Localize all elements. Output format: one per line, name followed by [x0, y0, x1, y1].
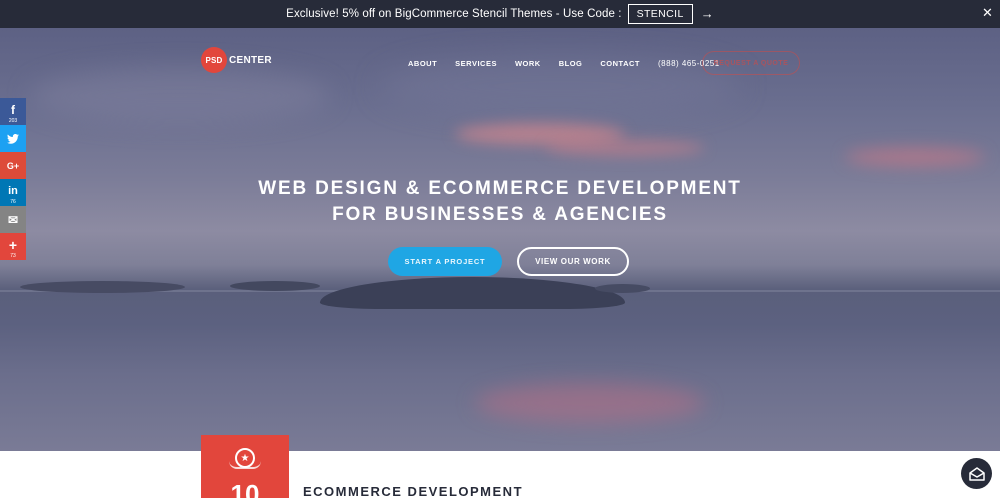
chat-envelope-icon: [968, 466, 985, 481]
share-twitter[interactable]: [0, 125, 26, 152]
nav-about[interactable]: ABOUT: [408, 59, 437, 68]
twitter-icon: [7, 133, 19, 144]
share-count: 73: [10, 253, 16, 259]
facebook-icon: f: [11, 102, 15, 117]
logo-badge: PSD: [201, 47, 227, 73]
share-count: 203: [8, 118, 18, 124]
hero-cloud: [30, 68, 330, 123]
main-nav: ABOUT SERVICES WORK BLOG CONTACT (888) 4…: [408, 59, 720, 68]
laurel-icon: [229, 461, 261, 469]
logo-text: CENTER: [229, 54, 272, 66]
island-shape: [320, 277, 625, 309]
headline-line-2: FOR BUSINESSES & AGENCIES: [332, 204, 668, 225]
view-work-button[interactable]: VIEW OUR WORK: [517, 247, 629, 276]
more-share-icon: +: [8, 236, 18, 253]
nav-work[interactable]: WORK: [515, 59, 541, 68]
sunset-glow: [845, 148, 985, 166]
nav-services[interactable]: SERVICES: [455, 59, 497, 68]
promo-bar: Exclusive! 5% off on BigCommerce Stencil…: [0, 0, 1000, 28]
share-google-plus[interactable]: G+: [0, 152, 26, 179]
island-shape: [595, 284, 650, 293]
feature-title: ECOMMERCE DEVELOPMENT: [303, 484, 524, 498]
close-icon[interactable]: ✕: [982, 6, 993, 20]
site-logo[interactable]: PSD CENTER: [201, 47, 272, 73]
hero-section: [0, 28, 1000, 451]
promo-code[interactable]: STENCIL: [627, 4, 693, 24]
island-shape: [20, 281, 185, 293]
request-quote-button[interactable]: REQUEST A QUOTE: [702, 51, 800, 75]
chat-button[interactable]: [961, 458, 992, 489]
headline-line-1: WEB DESIGN & ECOMMERCE DEVELOPMENT: [258, 178, 742, 199]
share-facebook[interactable]: f 203: [0, 98, 26, 125]
arrow-right-icon[interactable]: →: [701, 7, 714, 21]
nav-blog[interactable]: BLOG: [559, 59, 583, 68]
sunset-glow: [545, 140, 705, 156]
hero-headline: WEB DESIGN & ECOMMERCE DEVELOPMENT FOR B…: [0, 176, 1000, 228]
google-plus-icon: G+: [6, 160, 20, 171]
promo-text: Exclusive! 5% off on BigCommerce Stencil…: [286, 8, 622, 20]
nav-contact[interactable]: CONTACT: [600, 59, 640, 68]
share-more[interactable]: + 73: [0, 233, 26, 260]
feature-number: 10: [230, 479, 260, 498]
start-project-button[interactable]: START A PROJECT: [388, 247, 502, 276]
feature-card: ★ 10: [201, 435, 289, 498]
water-reflection: [475, 383, 705, 423]
island-shape: [230, 281, 320, 291]
